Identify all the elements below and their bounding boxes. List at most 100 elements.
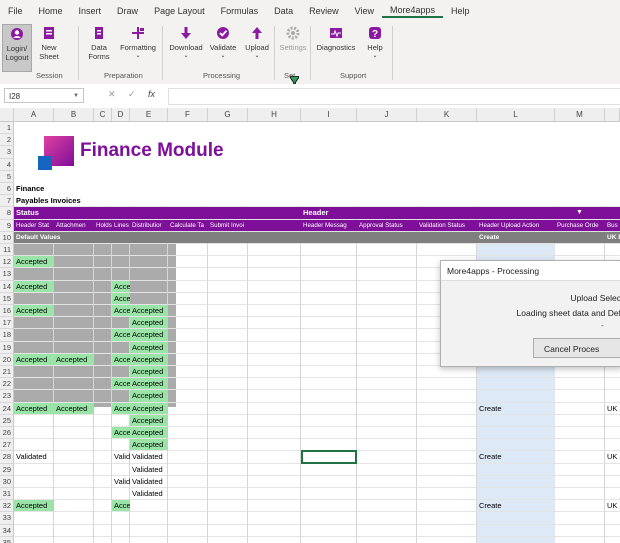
column-header[interactable]: L <box>477 108 555 122</box>
status-cell[interactable]: Accepted <box>54 402 94 414</box>
row-header[interactable]: 14 <box>0 280 14 293</box>
row-header[interactable]: 18 <box>0 329 14 342</box>
menu-insert[interactable]: Insert <box>71 6 110 16</box>
column-title[interactable]: Validation Status <box>417 219 477 231</box>
row-header[interactable]: 33 <box>0 512 14 525</box>
row-header[interactable]: 35 <box>0 536 14 543</box>
row-header[interactable]: 24 <box>0 402 14 415</box>
row-header[interactable]: 9 <box>0 219 14 232</box>
row-header[interactable]: 32 <box>0 500 14 513</box>
status-cell[interactable]: Validated <box>112 476 130 487</box>
column-title[interactable]: Header Messag <box>301 219 357 231</box>
filter-arrow-icon[interactable]: ▼ <box>574 207 586 219</box>
menu-draw[interactable]: Draw <box>109 6 146 16</box>
status-cell[interactable]: Accepted <box>130 341 168 353</box>
menu-review[interactable]: Review <box>301 6 347 16</box>
column-header[interactable]: C <box>94 108 112 122</box>
upload-action-cell[interactable]: Create <box>477 402 555 414</box>
row-header[interactable]: 20 <box>0 353 14 366</box>
column-header[interactable]: J <box>357 108 417 122</box>
status-cell[interactable]: Accepted <box>112 292 130 304</box>
row-header[interactable]: 1 <box>0 122 14 135</box>
sheet-label-finance[interactable]: Finance <box>14 183 134 194</box>
status-cell[interactable]: Accepted <box>130 317 168 329</box>
column-title[interactable]: Bus <box>605 219 620 231</box>
status-cell[interactable]: Accepted <box>130 402 168 414</box>
column-header[interactable] <box>605 108 620 122</box>
name-box[interactable]: I28 ▼ <box>4 88 84 103</box>
row-header[interactable]: 5 <box>0 170 14 183</box>
row-header[interactable]: 7 <box>0 195 14 208</box>
column-header[interactable]: M <box>555 108 605 122</box>
upload-action-cell[interactable] <box>477 390 555 402</box>
row-header[interactable]: 31 <box>0 488 14 501</box>
upload-action-cell[interactable] <box>477 427 555 439</box>
validate-button[interactable]: Validate ⌄ <box>208 24 238 70</box>
menu-more4apps[interactable]: More4apps <box>382 5 444 18</box>
column-header[interactable]: F <box>168 108 208 122</box>
selected-cell[interactable] <box>301 450 357 464</box>
row-header[interactable]: 8 <box>0 207 14 220</box>
row-header[interactable]: 13 <box>0 268 14 281</box>
status-cell[interactable]: Accepted <box>14 402 54 414</box>
cancel-edit-button[interactable]: ✕ <box>108 89 116 100</box>
status-cell[interactable]: Accepted <box>14 353 54 365</box>
row-header[interactable]: 30 <box>0 475 14 488</box>
data-forms-button[interactable]: Data Forms <box>84 24 114 70</box>
menu-page-layout[interactable]: Page Layout <box>146 6 213 16</box>
menu-help[interactable]: Help <box>443 6 478 16</box>
download-button[interactable]: Download ⌄ <box>168 24 204 70</box>
status-cell[interactable]: Accepted <box>130 305 168 317</box>
status-cell[interactable]: Accepted <box>130 439 168 451</box>
default-business-unit[interactable]: UK B <box>605 232 620 243</box>
row-header[interactable]: 26 <box>0 427 14 440</box>
column-header[interactable]: D <box>112 108 130 122</box>
upload-action-cell[interactable] <box>477 475 555 487</box>
business-unit-cell[interactable]: UK B <box>605 451 620 462</box>
status-cell[interactable]: Accepted <box>130 414 168 426</box>
confirm-edit-button[interactable]: ✓ <box>128 89 136 100</box>
upload-action-cell[interactable] <box>477 512 555 524</box>
column-header[interactable]: K <box>417 108 477 122</box>
upload-action-cell[interactable] <box>477 439 555 451</box>
status-cell[interactable]: Validated <box>130 488 168 499</box>
column-title[interactable]: Submit Invoi <box>208 219 248 231</box>
row-header[interactable]: 11 <box>0 244 14 257</box>
column-title[interactable]: Purchase Orde <box>555 219 605 231</box>
status-cell[interactable]: Accepted <box>112 353 130 365</box>
status-cell[interactable]: Accepted <box>14 256 54 268</box>
settings-button[interactable]: Settings <box>278 24 308 70</box>
column-title[interactable]: Calculate Ta <box>168 219 208 231</box>
column-header[interactable]: I <box>301 108 357 122</box>
status-cell[interactable]: Accepted <box>54 353 94 365</box>
status-cell[interactable]: Validated <box>130 476 168 487</box>
status-cell[interactable]: Accepted <box>112 427 130 439</box>
column-header[interactable]: E <box>130 108 168 122</box>
status-cell[interactable]: Accepted <box>14 500 54 512</box>
column-title[interactable]: Approval Status <box>357 219 417 231</box>
status-cell[interactable]: Validated <box>14 451 54 462</box>
row-header[interactable]: 2 <box>0 134 14 147</box>
status-cell[interactable]: Accepted <box>14 280 54 292</box>
status-cell[interactable]: Accepted <box>130 353 168 365</box>
column-header[interactable]: B <box>54 108 94 122</box>
status-cell[interactable]: Accepted <box>112 500 130 512</box>
status-cell[interactable]: Accepted <box>112 280 130 292</box>
row-header[interactable]: 16 <box>0 305 14 318</box>
formatting-button[interactable]: Formatting ⌄ <box>118 24 158 70</box>
upload-action-cell[interactable] <box>477 378 555 390</box>
formula-input[interactable] <box>168 88 620 105</box>
select-all-corner[interactable] <box>0 108 14 122</box>
row-header[interactable]: 28 <box>0 451 14 464</box>
row-header[interactable]: 25 <box>0 414 14 427</box>
business-unit-cell[interactable]: UK B <box>605 500 620 511</box>
sheet-label-payables[interactable]: Payables Invoices <box>14 195 134 206</box>
business-unit-cell[interactable]: UK B <box>605 403 620 414</box>
row-header[interactable]: 6 <box>0 183 14 196</box>
upload-action-cell[interactable]: Create <box>477 451 555 463</box>
diagnostics-button[interactable]: Diagnostics <box>314 24 358 70</box>
upload-action-cell[interactable]: Create <box>477 500 555 512</box>
row-header[interactable]: 23 <box>0 390 14 403</box>
row-header[interactable]: 15 <box>0 292 14 305</box>
status-cell[interactable]: Validated <box>130 464 168 475</box>
